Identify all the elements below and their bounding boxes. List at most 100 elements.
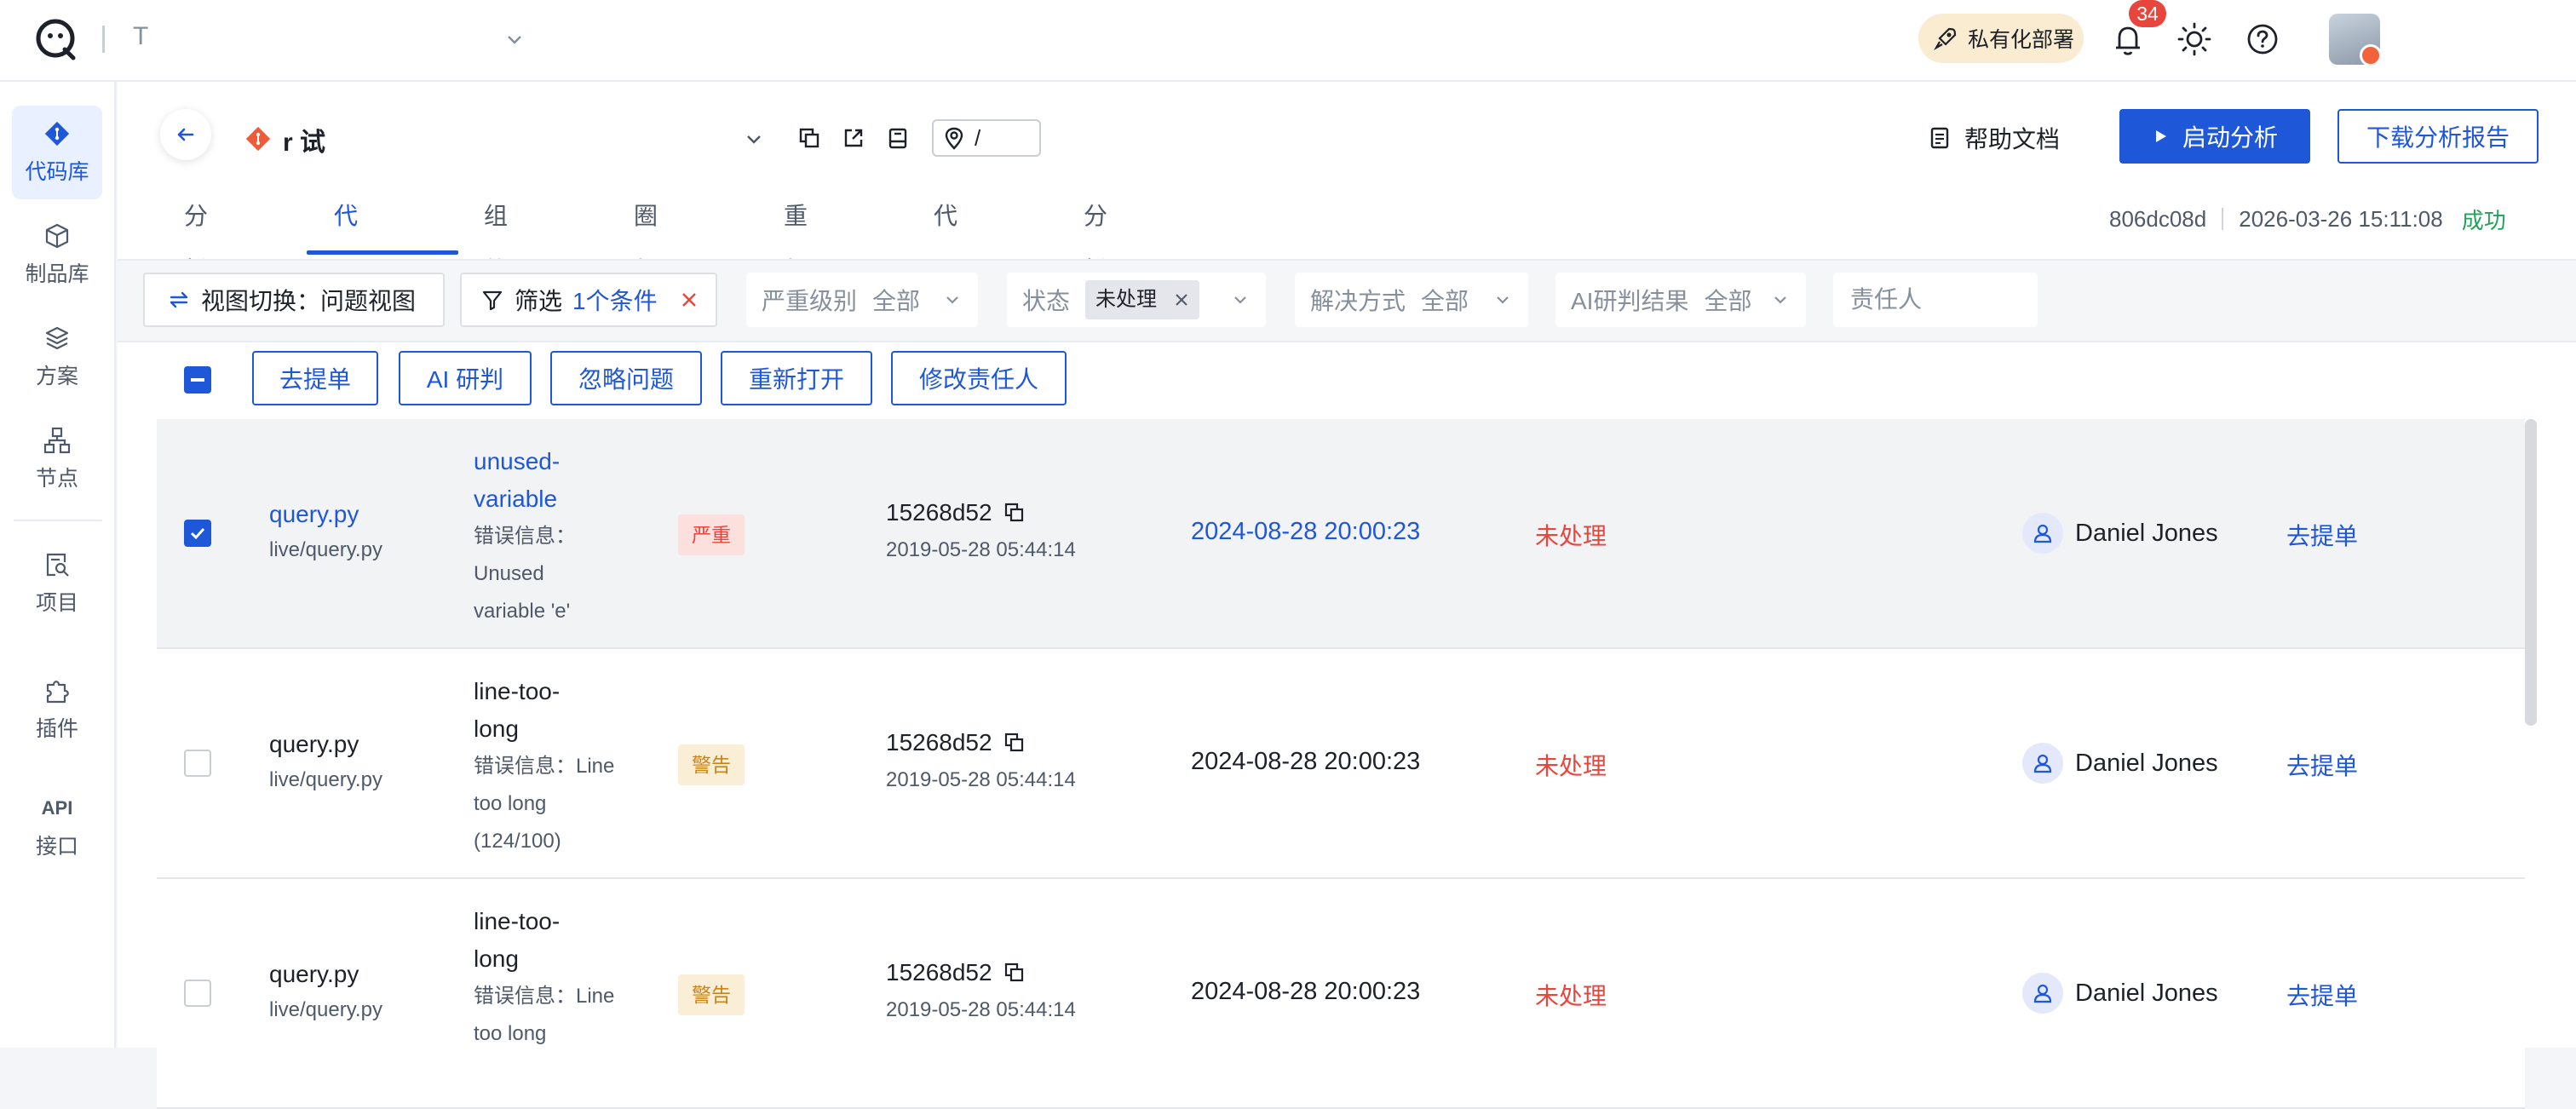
main-panel: r 试 / 帮助文档 启动分析 下载分析报告 分析概览 代码检查 组件成分 圈复… (118, 82, 2576, 1109)
create-ticket-link[interactable]: 去提单 (2286, 748, 2358, 782)
copy-icon[interactable] (796, 124, 823, 152)
chevron-down-icon (1774, 296, 1786, 304)
rule-name-link[interactable]: unused- variable (474, 443, 644, 518)
brand-divider (102, 26, 105, 53)
ai-result-select[interactable]: AI研判结果 全部 (1555, 273, 1806, 327)
table-row[interactable]: query.py live/query.py line-too- long 错误… (157, 649, 2525, 879)
file-name[interactable]: query.py (269, 731, 359, 758)
arrow-left-icon (177, 128, 194, 141)
external-link-icon[interactable] (840, 124, 867, 152)
ai-result-value: 全部 (1704, 288, 1752, 314)
error-message: 错误信息：Line too long (474, 978, 635, 1053)
tab-code-inspection[interactable]: 代码检查 (334, 189, 358, 393)
bulk-reopen-button[interactable]: 重新打开 (721, 351, 872, 405)
tab-overview[interactable]: 分析概览 (184, 189, 208, 393)
found-time-link[interactable]: 2024-08-28 20:00:23 (1191, 518, 1420, 546)
row-checkbox[interactable] (184, 750, 211, 777)
status-select[interactable]: 状态 未处理 (1007, 273, 1266, 327)
sidebar-item-label: 方案 (35, 365, 78, 388)
back-button[interactable] (160, 109, 211, 160)
copy-icon[interactable] (1003, 501, 1026, 525)
team-name[interactable]: T (133, 22, 148, 51)
location-pin-icon (945, 127, 963, 150)
sidebar-item-plans[interactable]: 方案 (12, 310, 102, 404)
sidebar-item-repos[interactable]: 代码库 (12, 106, 102, 199)
sidebar-item-api[interactable]: API 接口 (12, 780, 102, 874)
download-report-button[interactable]: 下载分析报告 (2337, 109, 2539, 164)
bulk-change-owner-button[interactable]: 修改责任人 (891, 351, 1067, 405)
row-checkbox[interactable] (184, 520, 211, 547)
file-name-link[interactable]: query.py (269, 501, 359, 528)
rule-name[interactable]: line-too- long (474, 903, 644, 978)
owner-name: Daniel Jones (2075, 749, 2218, 777)
table-row[interactable]: query.py live/query.py line-too- long 错误… (157, 879, 2525, 1109)
sidebar-item-plugins[interactable]: 插件 (12, 663, 102, 756)
help-circle-icon[interactable] (2242, 19, 2283, 60)
close-icon[interactable] (680, 290, 699, 309)
book-icon[interactable] (884, 124, 911, 152)
tab-duplicate-code[interactable]: 重复代码 (784, 189, 808, 393)
logo-icon[interactable] (32, 15, 78, 61)
copy-icon[interactable] (1003, 961, 1026, 985)
git-repo-icon (245, 126, 271, 152)
package-icon (45, 223, 69, 249)
filter-button[interactable]: 筛选 1个条件 (460, 273, 717, 327)
error-message: 错误信息：Line too long (124/100) (474, 748, 635, 860)
sidebar-item-projects[interactable]: 项目 (12, 537, 102, 630)
rule-name-line: unused- (474, 448, 561, 474)
view-switch-label: 视图切换：问题视图 (201, 288, 417, 314)
check-icon (190, 527, 205, 540)
close-icon[interactable] (1174, 292, 1189, 307)
bulk-ai-review-button[interactable]: AI 研判 (399, 351, 532, 405)
tab-analysis-history[interactable]: 分析历史 (1084, 189, 1107, 393)
sidebar-item-label: 制品库 (25, 262, 89, 286)
select-all-checkbox[interactable] (184, 366, 211, 394)
sidebar-item-artifacts[interactable]: 制品库 (12, 208, 102, 302)
help-docs-link[interactable]: 帮助文档 (1927, 119, 2060, 157)
chevron-down-icon[interactable] (503, 27, 526, 51)
commit-id: 15268d52 (886, 499, 1026, 526)
owner-input[interactable]: 责任人 (1833, 273, 2038, 327)
tab-complexity[interactable]: 圈复杂度 (634, 189, 658, 393)
help-docs-label: 帮助文档 (1964, 126, 2061, 152)
found-time: 2024-08-28 20:00:23 (1191, 978, 1421, 1005)
found-time: 2024-08-28 20:00:23 (1191, 748, 1421, 775)
sidebar-item-label: 项目 (35, 591, 78, 615)
view-switch-button[interactable]: 视图切换：问题视图 (143, 273, 445, 327)
table-row[interactable]: query.py live/query.py unused- variable … (157, 419, 2525, 649)
commit-id: 15268d52 (886, 729, 1026, 756)
error-message-line: too long (474, 792, 547, 815)
nav-divider (14, 520, 102, 521)
path-selector[interactable]: / (932, 119, 1041, 157)
rule-name-line: long (474, 945, 519, 972)
sun-icon[interactable] (2174, 19, 2215, 60)
table-scrollbar[interactable] (2525, 419, 2537, 726)
copy-icon[interactable] (1003, 731, 1026, 755)
start-analysis-button[interactable]: 启动分析 (2119, 109, 2310, 164)
error-message-line: Unused (474, 562, 544, 585)
resolution-label: 解决方式 (1310, 288, 1406, 314)
owner: Daniel Jones (2022, 513, 2218, 554)
severity-select[interactable]: 严重级别 全部 (746, 273, 978, 327)
create-ticket-link[interactable]: 去提单 (2286, 978, 2358, 1012)
nodes-icon (43, 427, 71, 454)
private-deploy-button[interactable]: 私有化部署 (1918, 14, 2084, 63)
status-tag[interactable]: 未处理 (1085, 280, 1200, 319)
chevron-down-icon (1497, 296, 1509, 304)
row-checkbox[interactable] (184, 980, 211, 1007)
user-avatar[interactable] (2329, 14, 2380, 65)
tab-components[interactable]: 组件成分 (484, 189, 508, 393)
bulk-create-ticket-button[interactable]: 去提单 (252, 351, 378, 405)
private-deploy-label: 私有化部署 (1968, 28, 2075, 52)
file-name[interactable]: query.py (269, 961, 359, 988)
create-ticket-link[interactable]: 去提单 (2286, 518, 2358, 552)
file-path: live/query.py (269, 998, 382, 1021)
bulk-ignore-button[interactable]: 忽略问题 (550, 351, 702, 405)
resolution-select[interactable]: 解决方式 全部 (1295, 273, 1528, 327)
bulk-actions-bar: 去提单 AI 研判 忽略问题 重新打开 修改责任人 (118, 342, 2576, 419)
severity-value: 全部 (872, 288, 921, 314)
tab-code-stats[interactable]: 代码统计 (934, 189, 957, 393)
rule-name[interactable]: line-too- long (474, 673, 644, 748)
chevron-down-icon[interactable] (741, 126, 767, 152)
sidebar-item-nodes[interactable]: 节点 (12, 412, 102, 506)
